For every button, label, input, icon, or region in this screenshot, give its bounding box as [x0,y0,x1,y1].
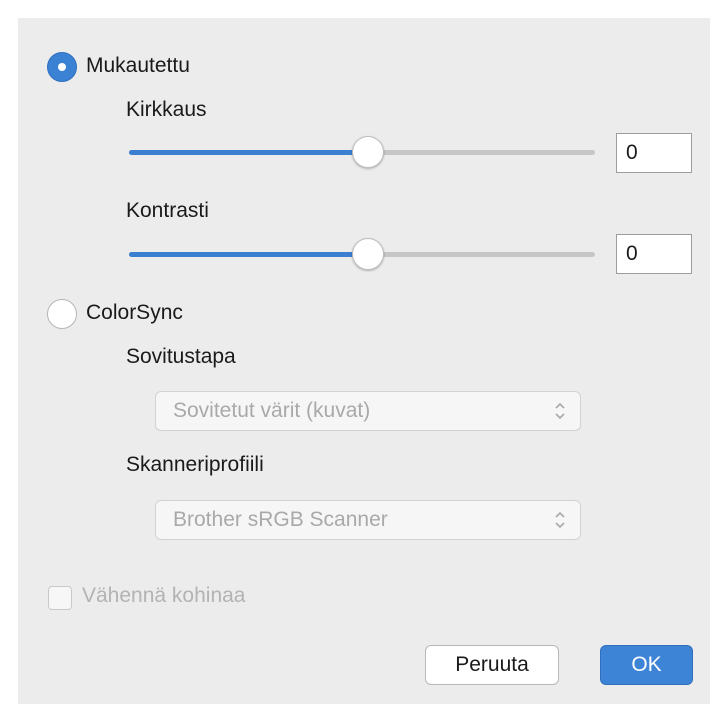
color-adjust-dialog: Mukautettu Kirkkaus 0 Kontrasti 0 ColorS… [18,18,710,704]
rendering-intent-value: Sovitetut värit (kuvat) [173,399,371,422]
custom-radio-label[interactable]: Mukautettu [86,54,190,78]
ok-button[interactable]: OK [600,645,693,685]
updown-chevron-icon [555,511,565,529]
cancel-button[interactable]: Peruuta [425,645,559,685]
contrast-slider-thumb[interactable] [352,238,384,270]
scanner-profile-select[interactable]: Brother sRGB Scanner [155,500,581,540]
noise-reduction-checkbox[interactable] [48,586,72,610]
brightness-value-field[interactable]: 0 [616,133,692,173]
brightness-slider-thumb[interactable] [352,136,384,168]
rendering-intent-select[interactable]: Sovitetut värit (kuvat) [155,391,581,431]
custom-radio[interactable] [47,52,77,82]
updown-chevron-icon [555,402,565,420]
rendering-intent-label: Sovitustapa [126,345,236,368]
contrast-label: Kontrasti [126,199,209,222]
contrast-slider-fill [129,252,362,257]
scanner-profile-value: Brother sRGB Scanner [173,508,388,531]
colorsync-radio-label[interactable]: ColorSync [86,301,183,325]
brightness-label: Kirkkaus [126,98,207,121]
contrast-value-field[interactable]: 0 [616,234,692,274]
colorsync-radio[interactable] [47,299,77,329]
scanner-profile-label: Skanneriprofiili [126,453,264,476]
brightness-slider-fill [129,150,362,155]
noise-reduction-label: Vähennä kohinaa [82,584,246,607]
